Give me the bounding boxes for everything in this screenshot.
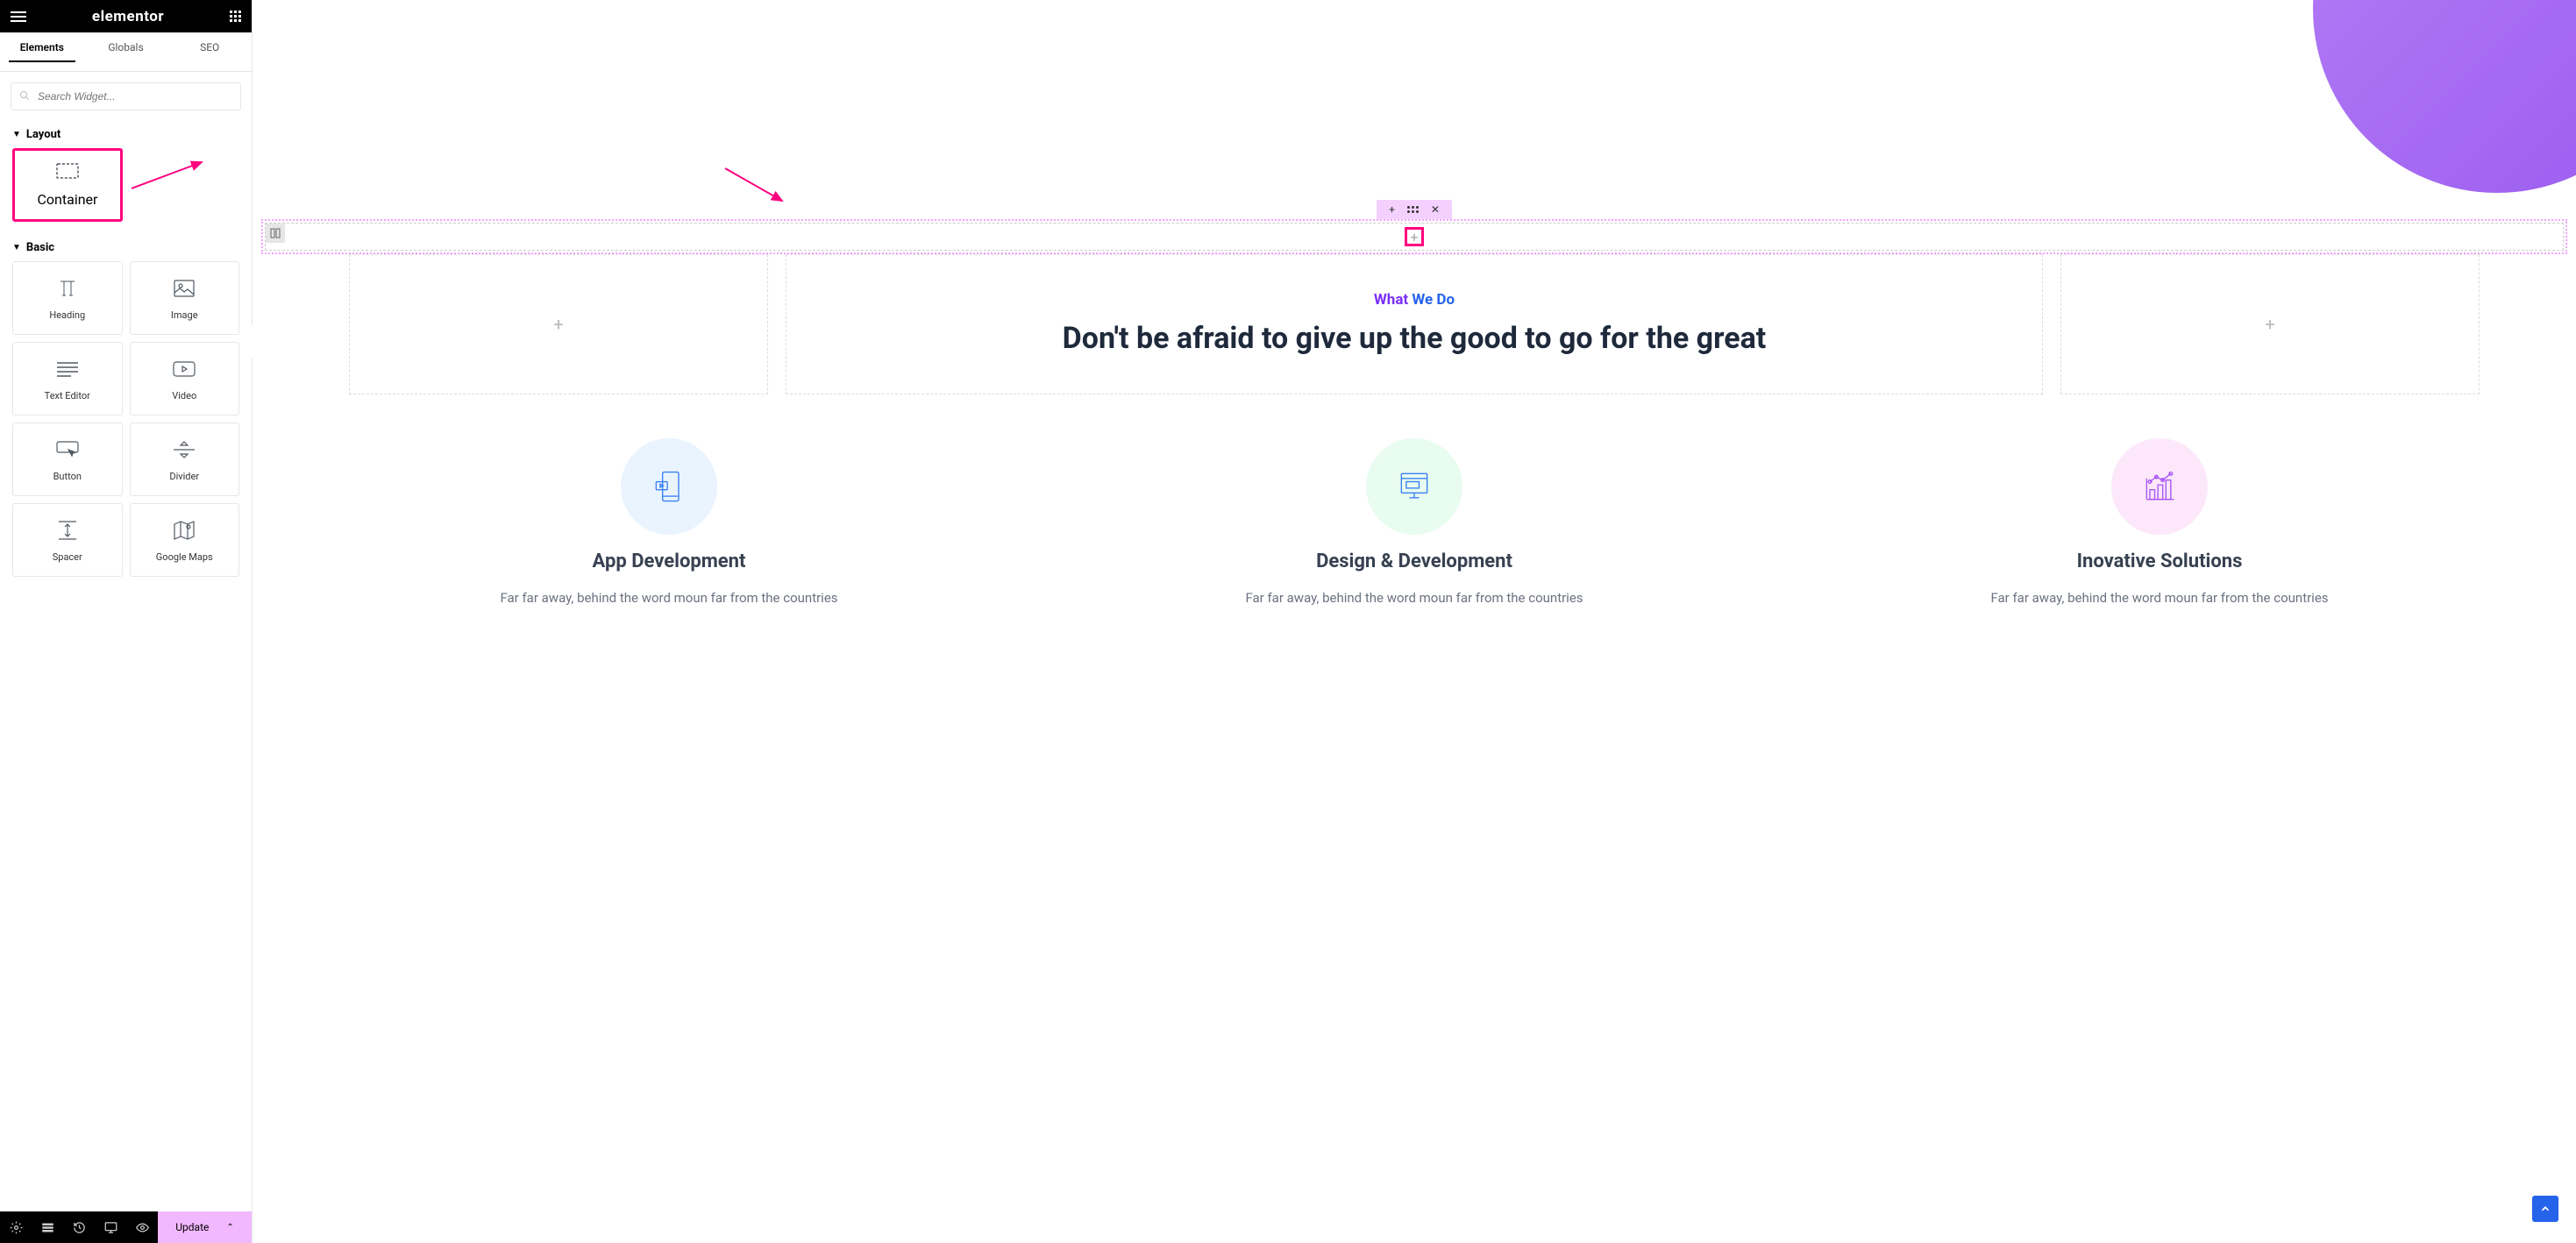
service-desc: Far far away, behind the word moun far f… <box>500 588 837 608</box>
service-desc: Far far away, behind the word moun far f… <box>1990 588 2328 608</box>
section-layout-toggle[interactable]: ▼ Layout <box>0 121 252 148</box>
widget-spacer-label: Spacer <box>53 551 82 563</box>
design-dev-icon <box>1395 467 1434 506</box>
widget-button[interactable]: Button <box>12 423 123 496</box>
close-section-icon[interactable]: ✕ <box>1431 203 1440 216</box>
search-wrap <box>0 72 252 121</box>
widget-google-maps[interactable]: Google Maps <box>130 503 240 577</box>
settings-button[interactable] <box>0 1211 32 1243</box>
tab-seo[interactable]: SEO <box>167 32 252 71</box>
widget-container-label: Container <box>38 191 98 208</box>
tab-globals[interactable]: Globals <box>84 32 168 71</box>
empty-container[interactable]: + <box>265 223 2564 251</box>
responsive-button[interactable] <box>95 1211 126 1243</box>
sidebar-header: elementor <box>0 0 252 32</box>
container-icon <box>56 163 79 182</box>
service-desc: Far far away, behind the word moun far f… <box>1245 588 1583 608</box>
editor-sidebar: elementor Elements Globals SEO ▼ Layout <box>0 0 253 1243</box>
section-handle: + ✕ <box>261 200 2567 219</box>
widget-video-label: Video <box>172 390 196 401</box>
section-basic-label: Basic <box>26 241 54 254</box>
widget-divider-label: Divider <box>169 471 199 482</box>
service-title: Inovative Solutions <box>2077 550 2243 572</box>
widget-text-editor-label: Text Editor <box>45 390 90 401</box>
section-layout-label: Layout <box>26 128 60 141</box>
scroll-top-button[interactable] <box>2532 1196 2558 1222</box>
widget-spacer[interactable]: Spacer <box>12 503 123 577</box>
hero-right-column[interactable]: + <box>2060 254 2480 394</box>
spacer-icon <box>59 518 76 543</box>
decorative-blob <box>2313 0 2576 193</box>
service-card[interactable]: App Development Far far away, behind the… <box>305 430 1033 617</box>
widget-google-maps-label: Google Maps <box>156 551 213 563</box>
basic-widgets: Heading Image Text Editor Video Button D… <box>0 261 252 589</box>
canvas: + ✕ + + What We Do Don't b <box>253 0 2576 1243</box>
service-title: Design & Development <box>1316 550 1512 572</box>
hero-left-column[interactable]: + <box>349 254 768 394</box>
solutions-icon <box>2140 467 2179 506</box>
service-card[interactable]: Design & Development Far far away, behin… <box>1050 430 1778 617</box>
add-widget-button[interactable]: + <box>1405 227 1424 246</box>
logo: elementor <box>92 8 164 25</box>
sidebar-tabs: Elements Globals SEO <box>0 32 252 72</box>
section-basic-toggle[interactable]: ▼ Basic <box>0 234 252 261</box>
hero-title[interactable]: Don't be afraid to give up the good to g… <box>1054 319 1775 358</box>
preview-button[interactable] <box>126 1211 158 1243</box>
widget-heading[interactable]: Heading <box>12 261 123 335</box>
divider-icon <box>174 437 195 462</box>
hero-section: + What We Do Don't be afraid to give up … <box>349 254 2480 394</box>
caret-down-icon: ▼ <box>12 243 21 252</box>
sidebar-footer: Update ⌃ <box>0 1211 252 1243</box>
tab-elements[interactable]: Elements <box>0 32 84 71</box>
container-outline[interactable]: + <box>261 219 2567 254</box>
menu-button[interactable] <box>11 11 26 22</box>
widget-container[interactable]: Container <box>12 148 123 222</box>
service-icon-circle <box>2111 438 2208 535</box>
widgets-panel-button[interactable] <box>230 11 241 22</box>
navigator-button[interactable] <box>32 1211 63 1243</box>
service-card[interactable]: Inovative Solutions Far far away, behind… <box>1796 430 2523 617</box>
button-icon <box>56 437 79 462</box>
new-container-section: + ✕ + <box>261 200 2567 254</box>
service-title: App Development <box>593 550 746 572</box>
subtitle-part1: What <box>1374 291 1412 309</box>
update-button[interactable]: Update ⌃ <box>158 1211 252 1243</box>
service-icon-circle <box>1366 438 1462 535</box>
add-widget-icon[interactable]: + <box>553 314 563 335</box>
service-icon-circle <box>621 438 717 535</box>
widget-text-editor[interactable]: Text Editor <box>12 342 123 416</box>
hero-center-column[interactable]: What We Do Don't be afraid to give up th… <box>786 254 2043 394</box>
image-icon <box>174 276 195 301</box>
hero-subtitle[interactable]: What We Do <box>1374 291 1455 309</box>
widget-button-label: Button <box>53 471 82 482</box>
text-editor-icon <box>57 357 78 381</box>
chevron-up-icon: ⌃ <box>226 1223 233 1232</box>
heading-icon <box>57 276 78 301</box>
add-section-icon[interactable]: + <box>1389 203 1395 216</box>
search-input[interactable] <box>11 82 241 110</box>
drag-handle-icon[interactable] <box>1407 206 1419 213</box>
column-settings-icon[interactable] <box>266 224 285 243</box>
widget-divider[interactable]: Divider <box>130 423 240 496</box>
search-icon <box>19 90 30 103</box>
widget-video[interactable]: Video <box>130 342 240 416</box>
update-label: Update <box>175 1221 209 1233</box>
video-icon <box>173 357 196 381</box>
widget-image[interactable]: Image <box>130 261 240 335</box>
section-handle-box[interactable]: + ✕ <box>1377 200 1452 219</box>
app-dev-icon <box>650 467 688 506</box>
add-widget-icon[interactable]: + <box>2265 314 2274 335</box>
layout-widgets: Container <box>0 148 252 234</box>
widget-heading-label: Heading <box>49 309 85 321</box>
history-button[interactable] <box>63 1211 95 1243</box>
subtitle-part2: We Do <box>1412 291 1455 309</box>
map-icon <box>174 518 195 543</box>
widget-image-label: Image <box>171 309 198 321</box>
services-section: App Development Far far away, behind the… <box>305 430 2523 617</box>
caret-down-icon: ▼ <box>12 130 21 139</box>
